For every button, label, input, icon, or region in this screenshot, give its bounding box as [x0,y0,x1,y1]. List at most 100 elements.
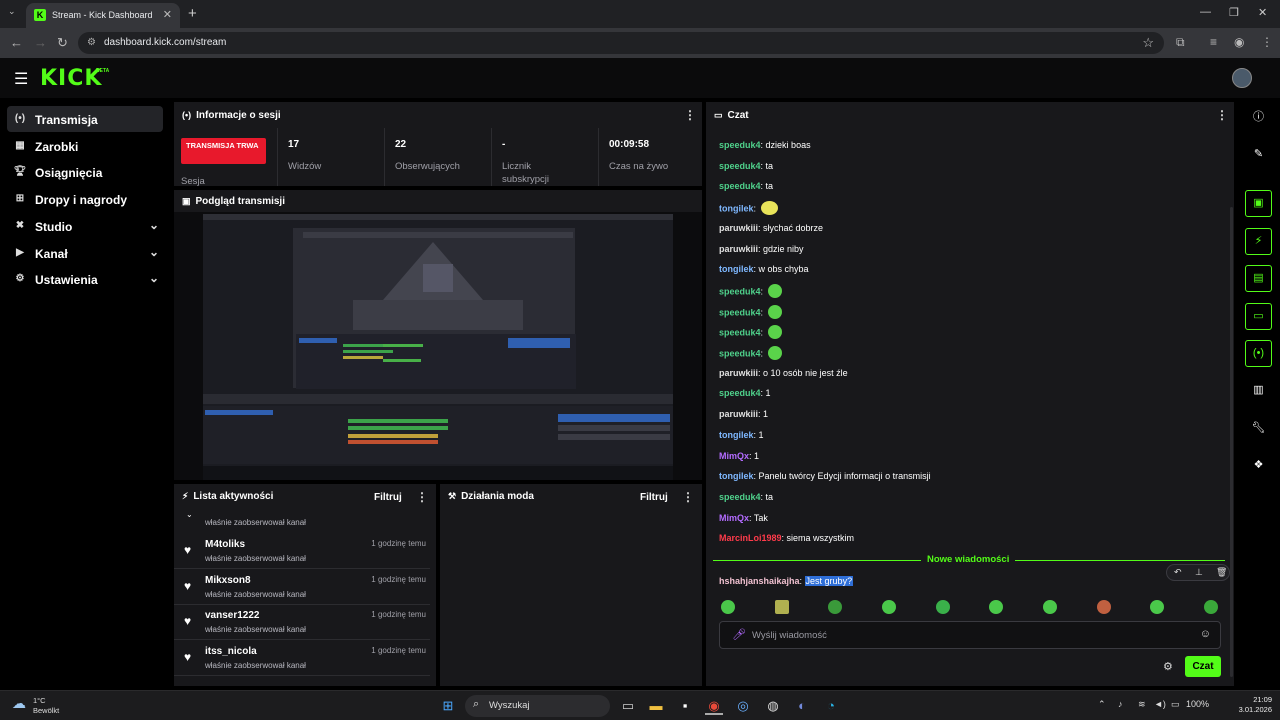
chat-message[interactable]: speeduk4: ta [719,181,773,191]
chat-scrollbar[interactable] [1230,207,1233,677]
chat-username[interactable]: speeduk4 [719,348,761,358]
forward-icon[interactable]: → [34,35,47,50]
chat-message[interactable]: speeduk4: ta [719,492,773,502]
expand-chevron-icon[interactable]: ⌄ [186,510,193,519]
chat-message[interactable]: speeduk4: [719,284,782,299]
taskbar-search[interactable]: ⌕ Wyszukaj [465,695,610,717]
emote-icon[interactable] [882,600,896,614]
sidebar-item-zarobki[interactable]: ▦ Zarobki [7,133,163,159]
sidebar-item-ustawienia[interactable]: ⚙ Ustawienia ⌄ [7,266,163,292]
mod-menu-icon[interactable]: ⋮ [682,490,694,504]
tray-chevron-icon[interactable]: ⌃ [1098,699,1106,710]
shapes-icon[interactable]: ❖ [1245,452,1272,479]
chat-message[interactable]: speeduk4: 1 [719,388,771,398]
terminal-icon[interactable]: ▪ [676,697,694,715]
file-explorer-icon[interactable]: ▬ [647,697,665,715]
user-avatar[interactable] [1232,68,1252,88]
edit-icon[interactable]: ✎ [1245,141,1272,168]
emote-icon[interactable] [721,600,735,614]
chat-message[interactable]: MimQx: 1 [719,451,759,461]
emote-icon[interactable] [775,600,789,614]
chat-message[interactable]: speeduk4: ta [719,161,773,171]
chat-username[interactable]: speeduk4 [719,307,761,317]
close-window-icon[interactable]: ✕ [1258,6,1267,19]
sidebar-item-transmisja[interactable]: (•) Transmisja [7,106,163,132]
chrome-icon[interactable]: ◉ [705,697,723,715]
task-view-icon[interactable]: ▭ [619,697,637,715]
activity-toggle-icon[interactable]: ⚡︎ [1245,228,1272,255]
maximize-icon[interactable]: ❐ [1229,6,1239,19]
clock[interactable]: 21:09 3.01.2026 [1222,695,1272,715]
emote-icon[interactable] [1204,600,1218,614]
notes-toggle-icon[interactable]: ▤ [1245,265,1272,292]
github-icon[interactable]: ◍ [764,697,782,715]
chat-menu-icon[interactable]: ⋮ [1216,108,1228,122]
site-info-icon[interactable]: ⚙ [87,37,96,48]
bookmark-star-icon[interactable]: ☆ [1142,35,1154,51]
emote-icon[interactable] [828,600,842,614]
chat-message[interactable]: speeduk4: [719,305,782,320]
chat-message[interactable]: paruwkiii: o 10 osób nie jest źle [719,368,848,378]
microphone-tray-icon[interactable]: ♪ [1118,699,1123,709]
sidebar-item-osiagniecia[interactable]: 🏆︎ Osiągnięcia [7,159,163,185]
minimize-icon[interactable]: — [1200,6,1211,18]
chat-username[interactable]: tongilek [719,471,754,481]
chat-message[interactable]: MimQx: Tak [719,513,768,523]
chat-username[interactable]: paruwkiii [719,223,758,233]
activity-item[interactable]: ♥ vanser1222 właśnie zaobserwował kanał … [174,605,430,640]
chat-username[interactable]: tongilek [719,430,754,440]
chat-username[interactable]: speeduk4 [719,327,761,337]
microphone-icon[interactable]: 🎤︎ [732,628,746,641]
info-icon[interactable]: ⓘ [1245,104,1272,131]
chat-username[interactable]: tongilek [719,203,754,213]
extensions-icon[interactable]: ⧉ [1176,35,1185,50]
address-bar[interactable]: ⚙ dashboard.kick.com/stream ☆ [78,32,1164,54]
browser-menu-icon[interactable]: ⋮ [1261,35,1273,49]
sidebar-item-kanal[interactable]: ▶ Kanał ⌄ [7,240,163,266]
chat-input-box[interactable]: 🎤︎ ☺ [719,621,1221,649]
layout-icon[interactable]: ▥ [1245,377,1272,404]
emote-icon[interactable] [1043,600,1057,614]
pin-icon[interactable]: ⊥ [1195,567,1203,578]
chat-username[interactable]: speeduk4 [719,492,761,502]
obs-icon[interactable]: ◎ [734,697,752,715]
chat-username[interactable]: paruwkiii [719,409,758,419]
chat-message[interactable]: speeduk4: [719,325,782,340]
emoji-picker-icon[interactable]: ☺ [1200,628,1211,640]
emote-icon[interactable] [1097,600,1111,614]
chat-username[interactable]: MimQx [719,513,749,523]
chat-input[interactable] [752,627,1192,644]
emote-icon[interactable] [1150,600,1164,614]
edge-icon[interactable]: ◔ [822,697,840,715]
tab-groups-icon[interactable]: ≡ [1210,35,1217,49]
browser-tab[interactable]: K Stream - Kick Dashboard ✕ [26,3,180,28]
wrench-icon[interactable]: 🔧︎ [1245,415,1272,442]
chat-message[interactable]: tongilek: 1 [719,430,764,440]
new-tab-button[interactable]: + [188,5,197,22]
chat-username[interactable]: tongilek [719,264,754,274]
chat-message[interactable]: tongilek: w obs chyba [719,264,809,274]
kick-logo[interactable]: KICK [40,66,102,91]
chat-username[interactable]: speeduk4 [719,388,761,398]
chat-username[interactable]: MarcinLoi1989 [719,533,782,543]
chat-message[interactable]: paruwkiii: słychać dobrze [719,223,823,233]
chat-message[interactable]: speeduk4: [719,346,782,361]
discord-icon[interactable]: ◐ [793,697,811,715]
activity-menu-icon[interactable]: ⋮ [416,490,428,504]
chat-message[interactable]: tongilek: [719,201,778,216]
session-menu-icon[interactable]: ⋮ [684,108,696,122]
volume-icon[interactable]: ◄) [1154,699,1166,709]
activity-item[interactable]: ♥ itss_nicola właśnie zaobserwował kanał… [174,641,430,676]
new-messages-label[interactable]: Nowe wiadomości [921,554,1016,565]
chat-message[interactable]: paruwkiii: 1 [719,409,768,419]
close-tab-icon[interactable]: ✕ [163,8,172,21]
wifi-icon[interactable]: ≋ [1138,699,1146,710]
send-chat-button[interactable]: Czat [1185,656,1221,677]
reply-icon[interactable]: ↶ [1174,567,1182,578]
windows-start-icon[interactable]: ⊞ [439,697,457,715]
preview-toggle-icon[interactable]: ▣ [1245,190,1272,217]
chat-username[interactable]: speeduk4 [719,140,761,150]
battery-icon[interactable]: ▭ [1171,699,1180,710]
chat-toggle-icon[interactable]: ▭ [1245,303,1272,330]
chat-username[interactable]: MimQx [719,451,749,461]
